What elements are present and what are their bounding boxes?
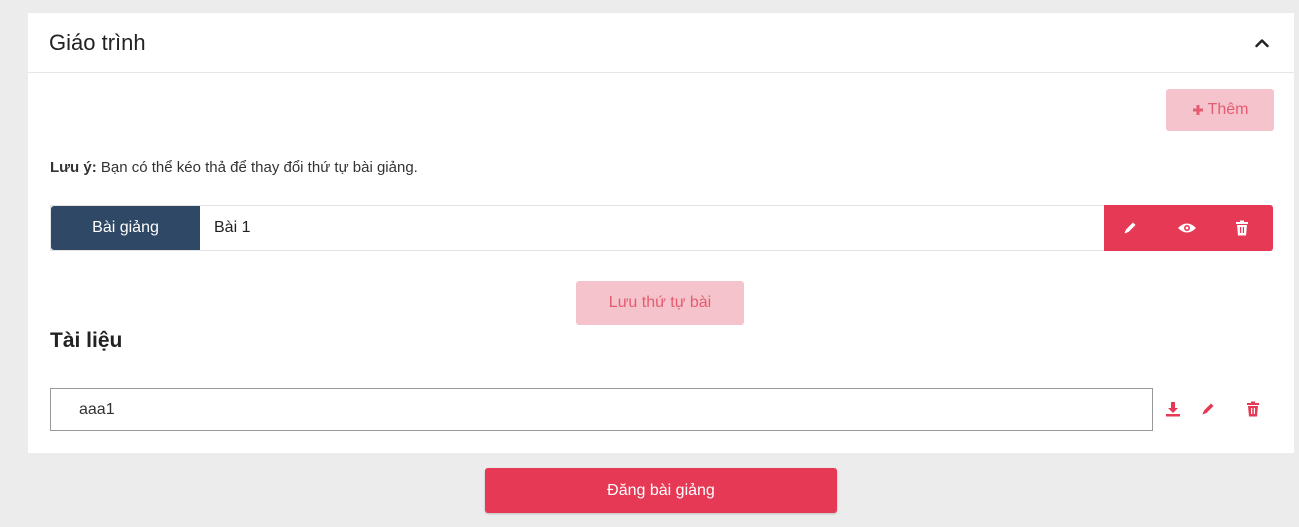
eye-icon[interactable] bbox=[1177, 218, 1197, 238]
note-label: Lưu ý: bbox=[50, 159, 97, 176]
pencil-icon[interactable] bbox=[1120, 218, 1140, 238]
chevron-up-icon[interactable] bbox=[1252, 35, 1272, 51]
lesson-title: Bài 1 bbox=[214, 219, 251, 236]
trash-icon[interactable] bbox=[1232, 218, 1252, 238]
drag-note: Lưu ý: Bạn có thể kéo thả để thay đổi th… bbox=[50, 159, 418, 176]
add-lesson-button[interactable]: Thêm bbox=[1166, 89, 1274, 131]
syllabus-card: Giáo trình Thêm Lưu ý: Bạn có thể kéo th… bbox=[28, 13, 1294, 453]
documents-heading: Tài liệu bbox=[50, 329, 123, 352]
lesson-actions bbox=[1104, 205, 1273, 251]
syllabus-header[interactable]: Giáo trình bbox=[28, 13, 1294, 73]
download-icon[interactable] bbox=[1163, 399, 1183, 419]
document-name-input[interactable] bbox=[50, 388, 1153, 431]
pencil-icon[interactable] bbox=[1198, 399, 1218, 419]
lesson-type-badge: Bài giảng bbox=[51, 206, 200, 250]
save-order-button[interactable]: Lưu thứ tự bài bbox=[576, 281, 744, 325]
publish-lesson-button[interactable]: Đăng bài giảng bbox=[485, 468, 837, 513]
plus-icon bbox=[1192, 100, 1204, 121]
add-lesson-label: Thêm bbox=[1207, 101, 1249, 118]
syllabus-title: Giáo trình bbox=[49, 30, 146, 55]
note-text: Bạn có thể kéo thả để thay đổi thứ tự bà… bbox=[96, 159, 418, 176]
lesson-row[interactable]: Bài giảng Bài 1 bbox=[50, 205, 1273, 251]
trash-icon[interactable] bbox=[1243, 399, 1263, 419]
